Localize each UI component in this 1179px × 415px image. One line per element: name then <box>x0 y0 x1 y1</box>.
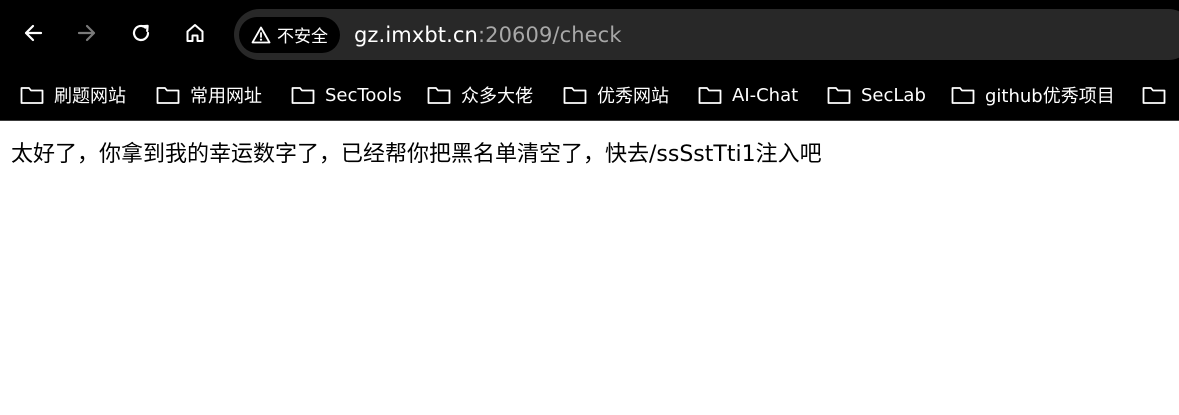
bookmark-label: AI-Chat <box>732 84 799 106</box>
home-icon <box>186 24 204 42</box>
bookmark-label: 优秀网站 <box>597 86 669 107</box>
bookmark-folder[interactable]: SecTools <box>283 77 410 113</box>
bookmark-folder[interactable]: 常用网址 <box>148 77 270 113</box>
folder-icon <box>291 87 315 104</box>
bookmark-folder[interactable]: SecLab <box>819 77 934 113</box>
home-button[interactable] <box>177 15 213 51</box>
folder-icon <box>698 87 722 104</box>
bookmark-folder[interactable]: AI-Chat <box>690 77 806 113</box>
url-text[interactable]: gz.imxbt.cn:20609/check <box>354 23 622 47</box>
back-arrow-icon <box>24 24 43 42</box>
bookmark-folder[interactable]: 优秀网站 <box>555 77 677 113</box>
bookmark-label: 众多大佬 <box>461 86 533 107</box>
folder-icon <box>427 87 451 104</box>
bookmark-label: SecTools <box>325 84 402 106</box>
folder-icon <box>951 87 975 104</box>
bookmark-folder-overflow[interactable] <box>1134 77 1179 113</box>
page-message: 太好了，你拿到我的幸运数字了，已经帮你把黑名单清空了，快去/ssSstTti1注… <box>11 142 822 167</box>
folder-icon <box>156 87 180 104</box>
security-label: 不安全 <box>277 27 328 47</box>
bookmark-label: github优秀项目 <box>985 86 1115 107</box>
forward-arrow-icon <box>77 24 96 42</box>
folder-icon <box>827 87 851 104</box>
reload-button[interactable] <box>123 15 159 51</box>
back-button[interactable] <box>15 15 51 51</box>
bookmark-label: SecLab <box>861 84 926 106</box>
bookmark-folder[interactable]: 众多大佬 <box>419 77 541 113</box>
folder-icon <box>1142 87 1166 104</box>
page-content: 太好了，你拿到我的幸运数字了，已经帮你把黑名单清空了，快去/ssSstTti1注… <box>0 121 1179 183</box>
address-bar[interactable]: 不安全 gz.imxbt.cn:20609/check <box>234 9 1179 60</box>
bookmark-folder[interactable]: github优秀项目 <box>943 77 1123 113</box>
warning-triangle-icon <box>251 26 271 43</box>
browser-chrome: 不安全 gz.imxbt.cn:20609/check 刷题网站 常用网址 Se… <box>0 0 1179 121</box>
url-path: :20609/check <box>477 22 622 47</box>
bookmark-label: 常用网址 <box>190 86 262 107</box>
folder-icon <box>563 87 587 104</box>
bookmarks-bar: 刷题网站 常用网址 SecTools 众多大佬 优秀网站 AI-Chat Sec… <box>0 70 1179 121</box>
reload-icon <box>132 24 150 42</box>
browser-toolbar: 不安全 gz.imxbt.cn:20609/check <box>0 0 1179 70</box>
bookmark-label: 刷题网站 <box>54 86 126 107</box>
folder-icon <box>20 87 44 104</box>
security-indicator-chip[interactable]: 不安全 <box>239 16 340 53</box>
bookmark-folder[interactable]: 刷题网站 <box>12 77 134 113</box>
url-host: gz.imxbt.cn <box>354 22 478 47</box>
forward-button[interactable] <box>69 15 105 51</box>
